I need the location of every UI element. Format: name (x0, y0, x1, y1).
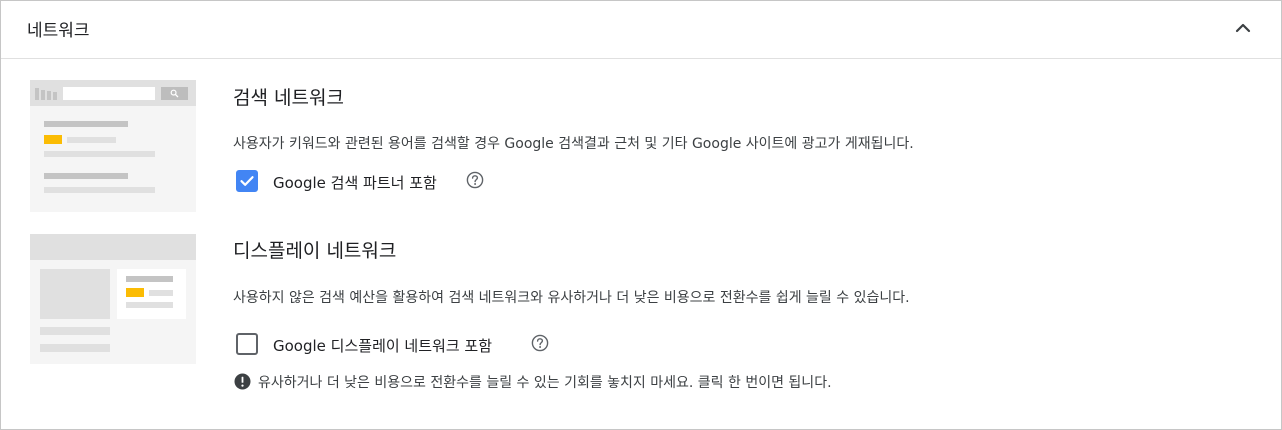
display-network-label[interactable]: Google 디스플레이 네트워크 포함 (273, 335, 492, 356)
error-icon (234, 373, 251, 390)
search-network-illustration (30, 80, 196, 212)
display-network-title: 디스플레이 네트워크 (233, 240, 397, 262)
display-network-checkbox[interactable] (236, 333, 258, 355)
collapse-button[interactable] (1229, 14, 1257, 42)
warning-text: 유사하거나 더 낮은 비용으로 전환수를 늘릴 수 있는 기회를 놓치지 마세요… (258, 375, 832, 391)
network-settings-panel: 네트워크 검색 네트워크 사용자가 키워드와 관련된 용어를 검색할 경우 Go… (0, 0, 1282, 430)
search-partners-checkbox[interactable] (236, 170, 258, 192)
display-network-warning: 유사하거나 더 낮은 비용으로 전환수를 늘릴 수 있는 기회를 놓치지 마세요… (234, 373, 994, 393)
display-network-description: 사용하지 않은 검색 예산을 활용하여 검색 네트워크와 유사하거나 더 낮은 … (233, 290, 910, 306)
checkmark-icon (240, 176, 254, 186)
help-circle-icon[interactable] (531, 334, 549, 352)
search-network-title: 검색 네트워크 (233, 87, 344, 109)
chevron-up-icon (1235, 23, 1251, 33)
display-network-illustration (30, 234, 196, 364)
panel-header[interactable]: 네트워크 (1, 1, 1281, 59)
search-network-description: 사용자가 키워드와 관련된 용어를 검색할 경우 Google 검색결과 근처 … (233, 136, 914, 152)
search-partners-option: Google 검색 파트너 포함 (236, 170, 536, 196)
display-network-option: Google 디스플레이 네트워크 포함 (236, 333, 576, 359)
help-circle-icon[interactable] (466, 171, 484, 189)
search-partners-label[interactable]: Google 검색 파트너 포함 (273, 172, 437, 193)
panel-title: 네트워크 (27, 21, 90, 41)
